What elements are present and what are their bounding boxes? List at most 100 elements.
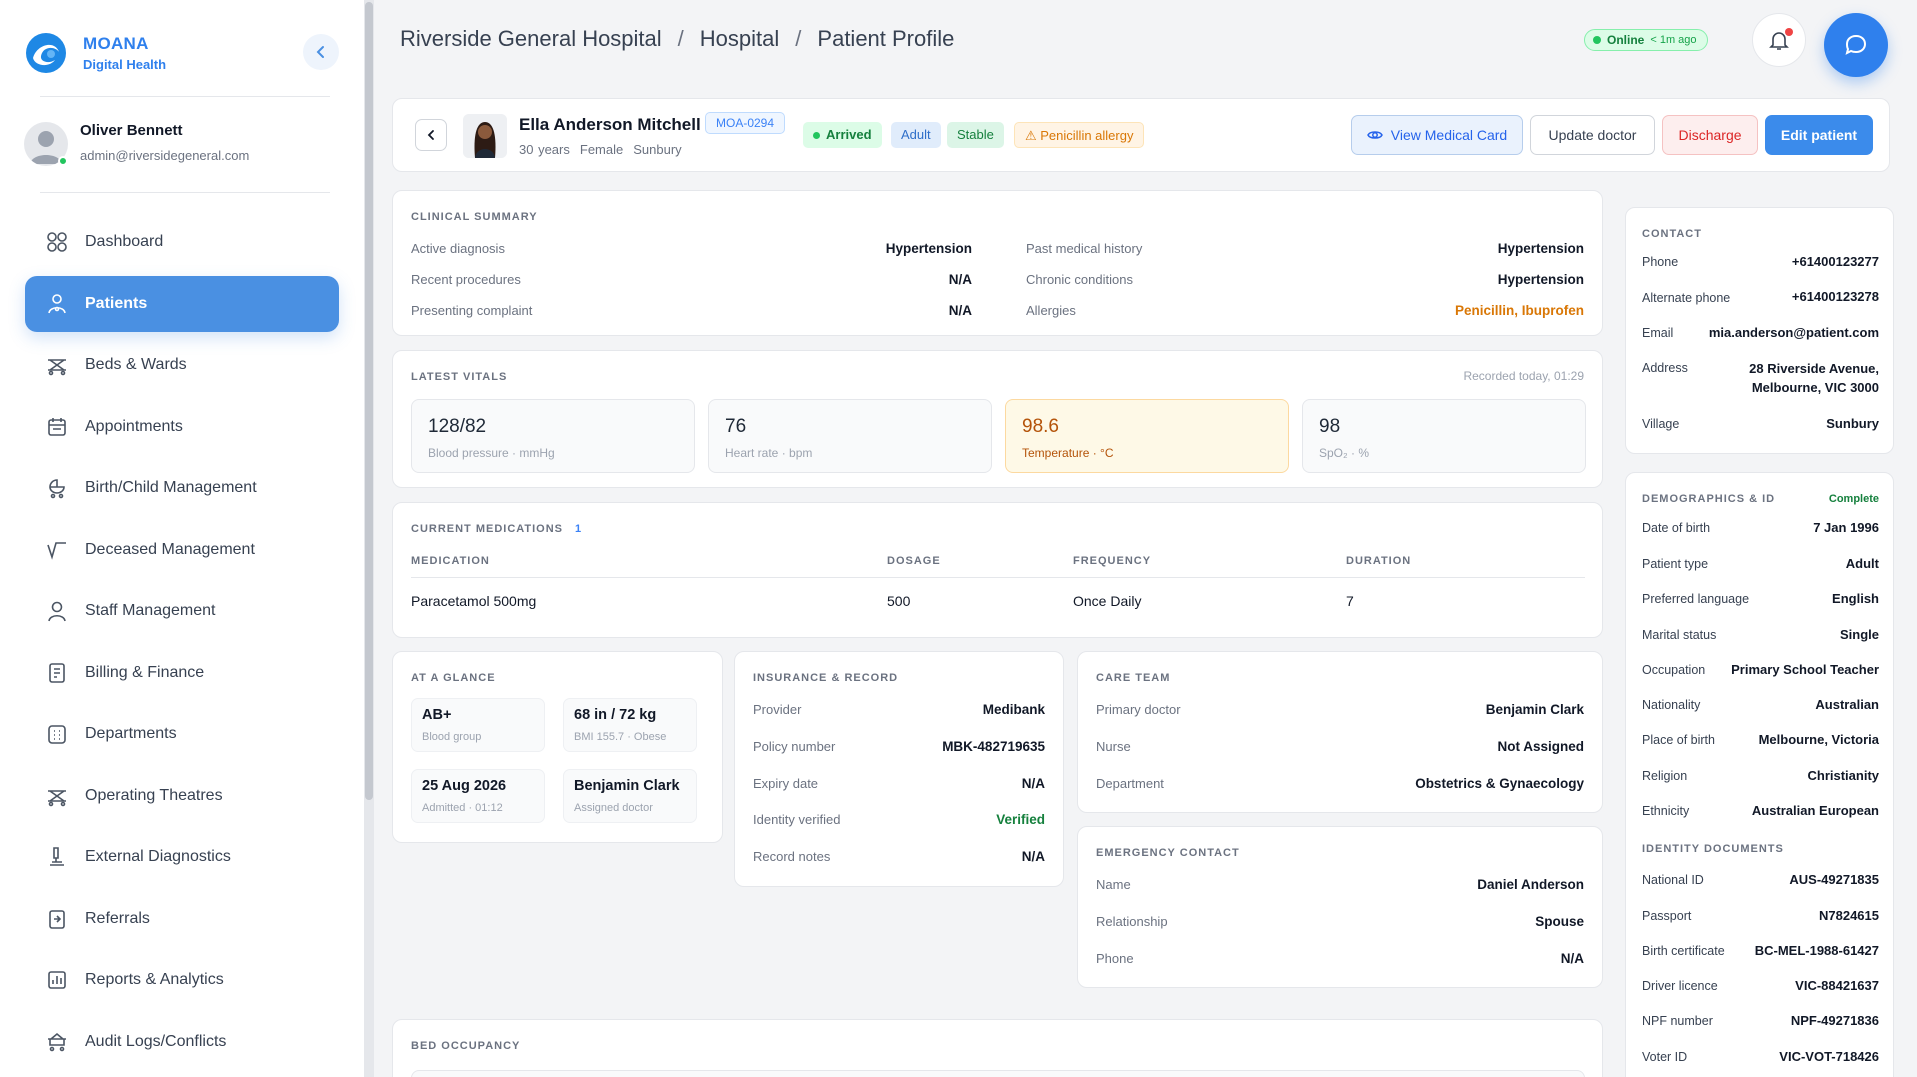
arrived-badge: Arrived xyxy=(803,122,882,148)
sidebar-item-departments[interactable]: Departments xyxy=(25,706,339,762)
demographics-value: Single xyxy=(1839,627,1879,642)
insurance-label: Provider xyxy=(753,702,802,717)
id-label: National ID xyxy=(1642,873,1704,887)
sidebar-item-referrals[interactable]: Referrals xyxy=(25,891,339,947)
clinical-label: Presenting complaint xyxy=(411,303,533,318)
vital-label: Blood pressure · mmHg xyxy=(428,446,555,460)
referral-icon xyxy=(45,907,69,931)
breadcrumb-item-hospital-name[interactable]: Riverside General Hospital xyxy=(400,26,662,51)
sidebar-item-operating-theatres[interactable]: Operating Theatres xyxy=(25,768,339,824)
section-title: LATEST VITALS xyxy=(411,371,508,383)
care-label: Primary doctor xyxy=(1096,702,1181,717)
contact-label: Phone xyxy=(1642,255,1679,269)
discharge-button[interactable]: Discharge xyxy=(1662,115,1758,155)
insurance-value: Medibank xyxy=(982,702,1045,717)
section-title: CONTACT xyxy=(1642,228,1702,240)
sidebar-item-beds-wards[interactable]: Beds & Wards xyxy=(25,337,339,393)
arrived-dot xyxy=(813,131,820,139)
sidebar-item-birth-child[interactable]: Birth/Child Management xyxy=(25,460,339,516)
sidebar-item-staff[interactable]: Staff Management xyxy=(25,583,339,639)
id-label: Driver licence xyxy=(1642,979,1718,993)
patient-age: 30 years xyxy=(519,142,570,157)
collapse-sidebar-button[interactable] xyxy=(303,34,339,70)
id-label: Voter ID xyxy=(1642,1050,1688,1064)
contact-value: Sunbury xyxy=(1826,416,1879,431)
chevron-left-icon xyxy=(316,46,324,58)
id-value: VIC-88421637 xyxy=(1795,978,1879,993)
glance-label: Assigned doctor xyxy=(574,802,653,814)
insurance-label: Identity verified xyxy=(753,812,841,827)
view-medical-card-label: View Medical Card xyxy=(1390,127,1508,143)
sidebar-item-reports[interactable]: Reports & Analytics xyxy=(25,952,339,1008)
medication-name: Paracetamol 500mg xyxy=(411,593,537,609)
glance-label: Blood group xyxy=(422,731,482,743)
patient-id-badge: MOA-0294 xyxy=(705,112,786,134)
breadcrumb: Riverside General Hospital / Hospital / Pati… xyxy=(400,26,955,51)
bed-occupancy-card: BED OCCUPANCY xyxy=(392,1019,1603,1077)
brand-subtitle: Digital Health xyxy=(83,57,167,72)
emergency-label: Name xyxy=(1096,877,1131,892)
demographics-value: Melbourne, Victoria xyxy=(1758,732,1879,747)
clinical-value: N/A xyxy=(948,303,972,318)
breadcrumb-item-hospital[interactable]: Hospital xyxy=(700,26,779,51)
demographics-status: Complete xyxy=(1828,493,1879,505)
scrollbar-thumb[interactable] xyxy=(365,2,373,800)
status-badge: Online < 1m ago xyxy=(1584,29,1708,51)
chat-button[interactable] xyxy=(1824,13,1888,77)
sidebar-item-audit-logs[interactable]: Audit Logs/Conflicts xyxy=(25,1014,339,1070)
emergency-value: N/A xyxy=(1560,951,1584,966)
vital-value: 128/82 xyxy=(428,416,487,437)
view-medical-card-button[interactable]: View Medical Card xyxy=(1351,115,1523,155)
section-title: EMERGENCY CONTACT xyxy=(1096,847,1240,859)
glance-value: AB+ xyxy=(422,707,452,723)
edit-patient-button[interactable]: Edit patient xyxy=(1765,115,1873,155)
demographics-card: DEMOGRAPHICS & ID Complete Date of birth… xyxy=(1625,472,1894,1077)
contact-address-line1: 28 Riverside Avenue, xyxy=(1749,361,1879,376)
patients-icon xyxy=(45,292,69,316)
medication-duration: 7 xyxy=(1346,593,1354,609)
clinical-value: Hypertension xyxy=(885,241,972,256)
patient-sex: Female xyxy=(579,142,624,157)
sidebar-item-label: Deceased Management xyxy=(85,540,255,558)
id-label: Passport xyxy=(1642,909,1692,923)
clinical-label: Chronic conditions xyxy=(1026,272,1133,287)
demographics-label: Date of birth xyxy=(1642,521,1711,535)
update-doctor-button[interactable]: Update doctor xyxy=(1530,115,1655,155)
id-value: NPF-49271836 xyxy=(1790,1013,1879,1028)
emergency-value: Daniel Anderson xyxy=(1477,877,1584,892)
sidebar-item-label: Appointments xyxy=(85,417,183,435)
medications-count: 1 xyxy=(575,523,582,535)
user-profile[interactable]: Oliver Bennett admin@riversidegeneral.co… xyxy=(24,118,344,168)
section-title: DEMOGRAPHICS & ID xyxy=(1642,493,1776,505)
divider xyxy=(40,96,330,97)
sidebar-item-external-diagnostics[interactable]: External Diagnostics xyxy=(25,829,339,885)
vital-blood-pressure: 128/82 Blood pressure · mmHg xyxy=(411,399,695,473)
care-label: Nurse xyxy=(1096,739,1131,754)
sidebar-item-deceased[interactable]: Deceased Management xyxy=(25,522,339,578)
billing-icon xyxy=(45,661,69,685)
vital-spo2: 98 SpO₂ · % xyxy=(1302,399,1586,473)
glance-assigned-doctor: Benjamin Clark Assigned doctor xyxy=(563,769,697,823)
contact-value: +61400123278 xyxy=(1791,289,1879,304)
sidebar-item-label: Departments xyxy=(85,725,177,742)
sidebar-item-patients[interactable]: Patients xyxy=(25,275,339,332)
back-button[interactable] xyxy=(415,119,447,151)
sidebar-item-dashboard[interactable]: Dashboard xyxy=(25,214,339,270)
sidebar-scrollbar[interactable] xyxy=(364,0,374,1077)
emergency-value: Spouse xyxy=(1535,914,1584,929)
id-value: AUS-49271835 xyxy=(1789,872,1879,887)
demographics-label: Nationality xyxy=(1642,698,1701,712)
calendar-icon xyxy=(45,415,69,439)
sidebar-item-billing[interactable]: Billing & Finance xyxy=(25,645,339,701)
theatre-icon xyxy=(45,784,69,808)
stroller-icon xyxy=(45,476,69,500)
emergency-label: Relationship xyxy=(1096,914,1168,929)
sidebar-item-label: Beds & Wards xyxy=(85,356,187,373)
glance-height-weight: 68 in / 72 kg BMI 155.7 · Obese xyxy=(563,698,697,752)
sidebar-item-appointments[interactable]: Appointments xyxy=(25,399,339,455)
patient-name: Ella Anderson Mitchell xyxy=(519,115,701,134)
table-header: DURATION xyxy=(1346,555,1412,567)
notifications-button[interactable] xyxy=(1752,13,1806,67)
clinical-label: Active diagnosis xyxy=(411,241,505,256)
online-status-dot xyxy=(58,156,68,166)
